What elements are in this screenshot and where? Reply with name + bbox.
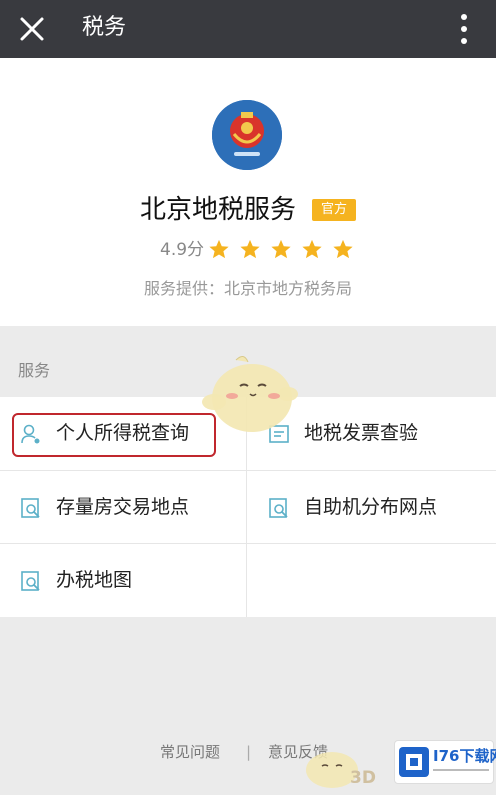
- search-document-icon: [269, 498, 288, 518]
- site-logo-icon: [399, 747, 429, 777]
- account-profile-card: 北京地税服务 官方 4.9分 服务提供：北京市地方税务局: [0, 58, 496, 326]
- star-icon: [240, 239, 260, 259]
- search-document-icon: [21, 571, 40, 591]
- services-section-label: 服务: [18, 361, 51, 380]
- star-icon: [333, 239, 353, 259]
- watermark-3d-text: 3D: [350, 768, 376, 788]
- star-icon: [209, 239, 229, 259]
- top-bar: 税务: [0, 0, 496, 58]
- person-icon: [21, 424, 40, 444]
- account-name: 北京地税服务: [140, 195, 297, 225]
- service-item-tax-map[interactable]: 办税地图: [0, 544, 246, 617]
- tax-bureau-logo: [212, 100, 282, 170]
- footer-separator: |: [246, 743, 252, 761]
- close-icon[interactable]: [16, 13, 48, 45]
- service-provider: 服务提供：北京市地方税务局: [143, 279, 352, 298]
- site-watermark: I76下载网: [394, 740, 496, 784]
- more-vertical-icon[interactable]: [448, 10, 480, 48]
- official-badge: 官方: [312, 199, 356, 221]
- service-item-kiosk-locations[interactable]: 自助机分布网点: [248, 471, 494, 544]
- service-item-label: 办税地图: [56, 569, 133, 591]
- service-item-housing-locations[interactable]: 存量房交易地点: [0, 471, 246, 544]
- page-title: 税务: [82, 15, 127, 40]
- site-logo-text: I76下载网: [433, 747, 496, 765]
- star-icon: [271, 239, 291, 259]
- faq-link[interactable]: 常见问题: [160, 740, 220, 764]
- service-item-label: 存量房交易地点: [56, 496, 190, 518]
- site-logo-subtext: [433, 766, 489, 778]
- mascot-watermark: [196, 352, 302, 444]
- star-icon: [302, 239, 322, 259]
- service-item-label: 地税发票查验: [304, 422, 419, 444]
- rating-score: 4.9分: [160, 240, 205, 260]
- search-document-icon: [21, 498, 40, 518]
- rating-stars: [208, 238, 358, 262]
- service-item-label: 自助机分布网点: [304, 496, 438, 518]
- service-item-label: 个人所得税查询: [56, 422, 190, 444]
